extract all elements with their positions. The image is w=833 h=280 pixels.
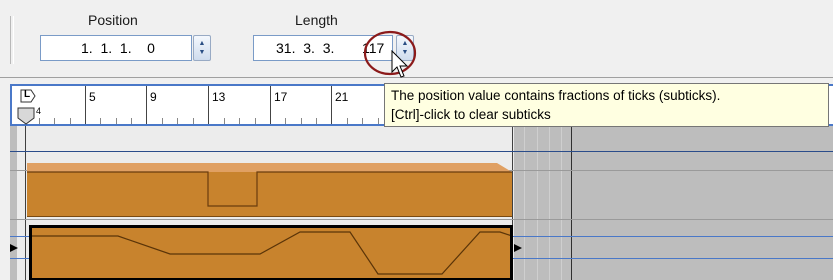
position-spinner[interactable]: ▲ ▼ (193, 35, 211, 61)
ruler-tick-label: 17 (274, 90, 288, 104)
audio-event-2-selected[interactable] (0, 222, 833, 280)
ruler-tick-label: 5 (89, 90, 96, 104)
left-locator-label: L (24, 89, 31, 100)
spinner-up-icon[interactable]: ▲ (194, 40, 210, 48)
tooltip-line-1: The position value contains fractions of… (391, 88, 721, 103)
ruler-tick-label: 13 (212, 90, 226, 104)
tooltip-line-2: [Ctrl]-click to clear subticks (391, 107, 551, 122)
length-label: Length (295, 12, 338, 28)
position-field[interactable]: 1. 1. 1. 0 (40, 35, 192, 61)
spinner-down-icon[interactable]: ▼ (194, 49, 210, 57)
toolbar-grip[interactable] (10, 16, 14, 64)
ruler-tick-label: 21 (335, 90, 349, 104)
event-start-handle-icon[interactable] (10, 244, 18, 252)
subticks-tooltip: The position value contains fractions of… (384, 83, 829, 127)
audio-event-1[interactable] (0, 160, 833, 220)
left-locator-sublabel: 4 (36, 106, 42, 116)
event-end-handle-icon[interactable] (514, 244, 522, 252)
position-value: 1. 1. 1. 0 (81, 40, 155, 56)
mouse-cursor-icon (391, 50, 409, 78)
length-value: 31. 3. 3. (276, 40, 335, 56)
track-separator (10, 151, 833, 152)
ruler-tick-label: 9 (150, 90, 157, 104)
position-label: Position (88, 12, 138, 28)
